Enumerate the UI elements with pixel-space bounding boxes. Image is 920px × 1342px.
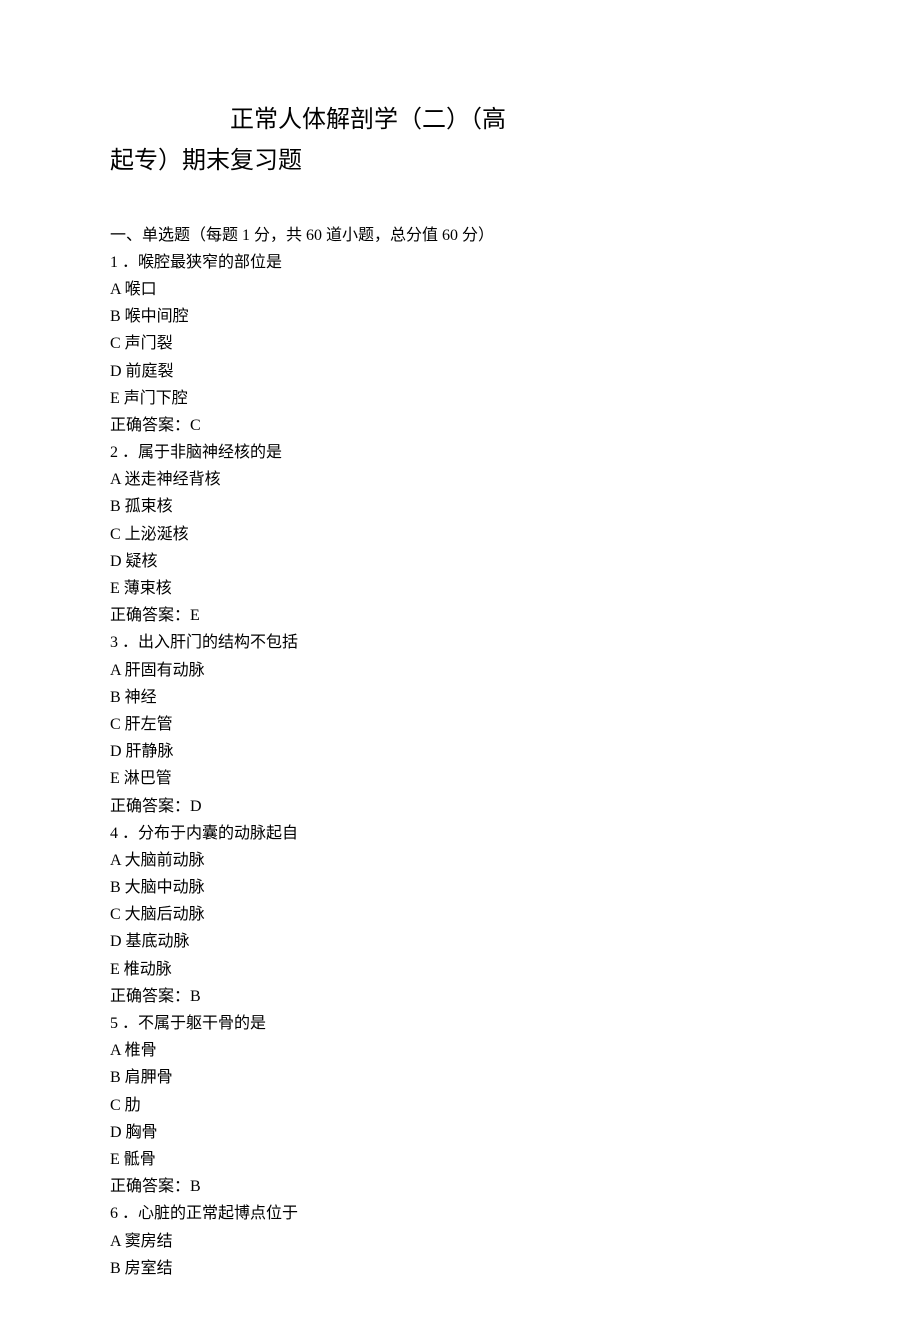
question-option: E 椎动脉 bbox=[110, 956, 810, 983]
question-block: 3 ．出入肝门的结构不包括A 肝固有动脉B 神经C 肝左管D 肝静脉E 淋巴管正… bbox=[110, 629, 810, 819]
question-option: D 肝静脉 bbox=[110, 738, 810, 765]
question-stem: 5 ．不属于躯干骨的是 bbox=[110, 1010, 810, 1037]
question-block: 6 ．心脏的正常起博点位于A 窦房结B 房室结 bbox=[110, 1200, 810, 1282]
question-option: B 喉中间腔 bbox=[110, 303, 810, 330]
question-option: D 胸骨 bbox=[110, 1119, 810, 1146]
question-option: A 喉口 bbox=[110, 276, 810, 303]
question-block: 2 ．属于非脑神经核的是A 迷走神经背核B 孤束核C 上泌涎核D 疑核E 薄束核… bbox=[110, 439, 810, 629]
question-option: D 前庭裂 bbox=[110, 358, 810, 385]
question-answer: 正确答案：E bbox=[110, 602, 810, 629]
question-option: B 大脑中动脉 bbox=[110, 874, 810, 901]
questions-list: 1 ．喉腔最狭窄的部位是A 喉口B 喉中间腔C 声门裂D 前庭裂E 声门下腔正确… bbox=[110, 249, 810, 1282]
question-option: C 大脑后动脉 bbox=[110, 901, 810, 928]
question-block: 5 ．不属于躯干骨的是A 椎骨B 肩胛骨C 肋D 胸骨E 骶骨正确答案：B bbox=[110, 1010, 810, 1200]
question-option: C 声门裂 bbox=[110, 330, 810, 357]
document-title: 正常人体解剖学（二）（高 起专）期末复习题 bbox=[110, 100, 810, 182]
question-option: D 疑核 bbox=[110, 548, 810, 575]
question-option: E 淋巴管 bbox=[110, 765, 810, 792]
question-option: E 骶骨 bbox=[110, 1146, 810, 1173]
title-line-2: 起专）期末复习题 bbox=[110, 141, 810, 182]
question-option: A 迷走神经背核 bbox=[110, 466, 810, 493]
question-option: C 肋 bbox=[110, 1092, 810, 1119]
question-option: A 窦房结 bbox=[110, 1228, 810, 1255]
question-stem: 2 ．属于非脑神经核的是 bbox=[110, 439, 810, 466]
question-block: 4 ．分布于内囊的动脉起自A 大脑前动脉B 大脑中动脉C 大脑后动脉D 基底动脉… bbox=[110, 820, 810, 1010]
title-line-1: 正常人体解剖学（二）（高 bbox=[110, 100, 810, 141]
question-option: E 声门下腔 bbox=[110, 385, 810, 412]
question-option: C 上泌涎核 bbox=[110, 521, 810, 548]
question-answer: 正确答案：B bbox=[110, 983, 810, 1010]
question-option: B 肩胛骨 bbox=[110, 1064, 810, 1091]
question-stem: 4 ．分布于内囊的动脉起自 bbox=[110, 820, 810, 847]
question-option: A 大脑前动脉 bbox=[110, 847, 810, 874]
question-option: B 神经 bbox=[110, 684, 810, 711]
question-option: D 基底动脉 bbox=[110, 928, 810, 955]
question-option: A 椎骨 bbox=[110, 1037, 810, 1064]
question-option: E 薄束核 bbox=[110, 575, 810, 602]
question-answer: 正确答案：C bbox=[110, 412, 810, 439]
question-stem: 1 ．喉腔最狭窄的部位是 bbox=[110, 249, 810, 276]
question-option: C 肝左管 bbox=[110, 711, 810, 738]
question-answer: 正确答案：D bbox=[110, 793, 810, 820]
question-stem: 6 ．心脏的正常起博点位于 bbox=[110, 1200, 810, 1227]
question-block: 1 ．喉腔最狭窄的部位是A 喉口B 喉中间腔C 声门裂D 前庭裂E 声门下腔正确… bbox=[110, 249, 810, 439]
question-option: A 肝固有动脉 bbox=[110, 657, 810, 684]
question-answer: 正确答案：B bbox=[110, 1173, 810, 1200]
question-stem: 3 ．出入肝门的结构不包括 bbox=[110, 629, 810, 656]
question-option: B 房室结 bbox=[110, 1255, 810, 1282]
question-option: B 孤束核 bbox=[110, 493, 810, 520]
section-heading: 一、单选题（每题 1 分，共 60 道小题，总分值 60 分） bbox=[110, 222, 810, 249]
